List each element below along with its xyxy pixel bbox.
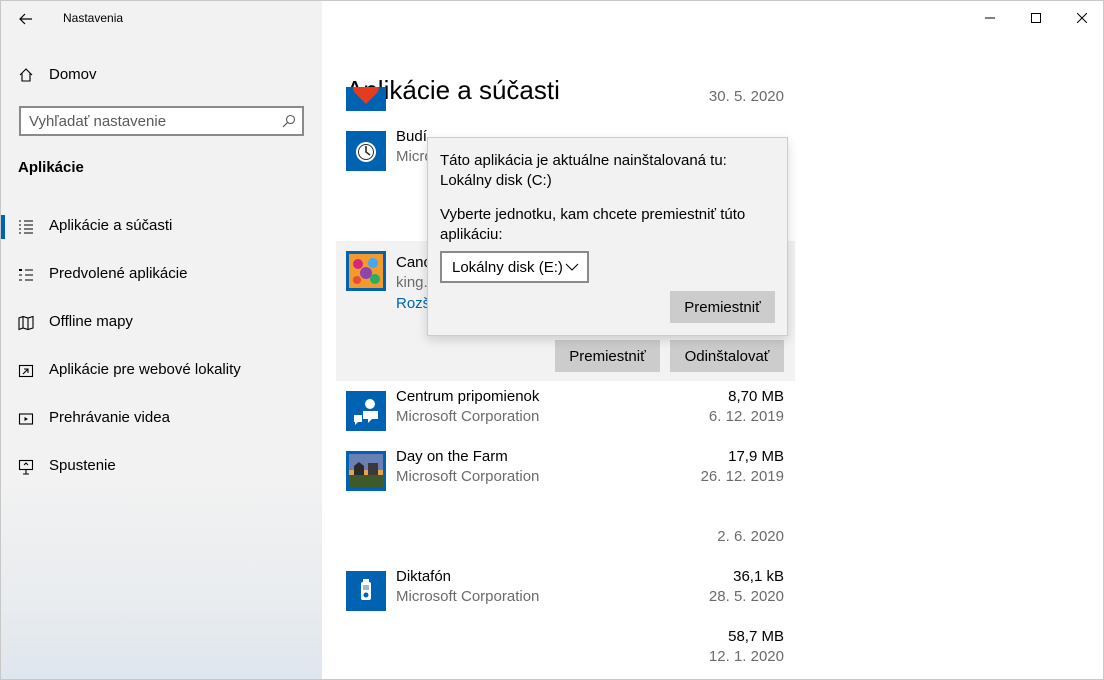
main-content: Aplikácie a súčasti 30. 5. 2020 Budí Mic… [322, 1, 1103, 679]
drive-select-value: Lokálny disk (E:) [452, 259, 563, 276]
app-date: 26. 12. 2019 [700, 468, 784, 485]
list-item[interactable]: Day on the Farm Microsoft Corporation 17… [336, 441, 795, 501]
app-name: Centrum pripomienok [396, 388, 540, 405]
sidebar-nav: Aplikácie a súčasti Predvolené aplikácie… [1, 203, 322, 491]
search-input[interactable] [21, 108, 279, 134]
app-size: 58,7 MB [728, 628, 784, 645]
video-icon [18, 413, 34, 425]
close-icon [1077, 13, 1087, 23]
app-date: 30. 5. 2020 [708, 88, 784, 105]
sidebar-item-default-apps[interactable]: Predvolené aplikácie [1, 251, 322, 299]
sidebar-item-label: Prehrávanie videa [49, 409, 170, 426]
section-title: Aplikácie [18, 159, 84, 176]
app-publisher: Microsoft Corporation [396, 468, 540, 485]
list-item[interactable]: 58,7 MB 12. 1. 2020 [336, 621, 795, 679]
move-app-flyout: Táto aplikácia je aktuálne nainštalovaná… [427, 137, 788, 336]
minimize-button[interactable] [967, 1, 1013, 35]
uninstall-button[interactable]: Odinštalovať [670, 340, 784, 372]
app-name: Budí [396, 128, 427, 145]
web-apps-icon [18, 364, 34, 378]
sidebar-item-startup[interactable]: Spustenie [1, 443, 322, 491]
home-label: Domov [49, 66, 97, 83]
app-date: 28. 5. 2020 [708, 588, 784, 605]
sidebar-item-offline-maps[interactable]: Offline mapy [1, 299, 322, 347]
advanced-options-link[interactable]: Rozš [396, 295, 430, 312]
sidebar-item-label: Aplikácie a súčasti [49, 217, 173, 234]
list-item[interactable]: Centrum pripomienok Microsoft Corporatio… [336, 381, 795, 441]
app-size: 17,9 MB [728, 448, 784, 465]
voice-recorder-icon [346, 571, 386, 611]
default-apps-icon [19, 269, 33, 281]
drive-select[interactable]: Lokálny disk (E:) [440, 251, 589, 283]
startup-icon [18, 459, 34, 475]
app-date: 12. 1. 2020 [708, 648, 784, 665]
list-item[interactable]: 2. 6. 2020 [336, 501, 795, 561]
app-name: Canc [396, 254, 432, 271]
app-name: Diktafón [396, 568, 452, 585]
nav-home[interactable]: Domov [1, 57, 322, 93]
app-publisher: Microsoft Corporation [396, 408, 540, 425]
red-heart-icon [346, 87, 386, 111]
sidebar-item-label: Aplikácie pre webové lokality [49, 361, 241, 378]
sidebar-item-video-playback[interactable]: Prehrávanie videa [1, 395, 322, 443]
sidebar-item-label: Offline mapy [49, 313, 133, 330]
app-date: 2. 6. 2020 [717, 528, 784, 545]
maximize-button[interactable] [1013, 1, 1059, 35]
farm-game-icon [346, 451, 386, 491]
minimize-icon [985, 17, 995, 19]
sidebar-item-label: Spustenie [49, 457, 116, 474]
app-size: 36,1 kB [733, 568, 784, 585]
settings-window: Nastavenia Domov Aplikácie Aplikácie a s… [0, 0, 1104, 680]
search-box[interactable] [19, 106, 304, 136]
search-icon[interactable] [282, 114, 296, 128]
window-controls [967, 1, 1103, 35]
choose-drive-text: Vyberte jednotku, kam chcete premiestniť… [440, 206, 746, 243]
app-publisher: Microsoft Corporation [396, 588, 540, 605]
sidebar-item-web-apps[interactable]: Aplikácie pre webové lokality [1, 347, 322, 395]
chevron-down-icon [565, 263, 579, 271]
sidebar-item-label: Predvolené aplikácie [49, 265, 188, 282]
alarm-clock-icon [346, 131, 386, 171]
installed-location-text: Táto aplikácia je aktuálne nainštalovaná… [440, 152, 727, 189]
app-name: Day on the Farm [396, 448, 508, 465]
feedback-hub-icon [346, 391, 386, 431]
candy-crush-icon [346, 251, 386, 291]
app-size: 8,70 MB [728, 388, 784, 405]
list-item[interactable]: 30. 5. 2020 [336, 87, 795, 121]
sidebar-item-apps-features[interactable]: Aplikácie a súčasti [1, 203, 322, 251]
apps-list-icon [19, 220, 33, 234]
back-arrow-icon [19, 13, 32, 25]
list-item[interactable]: Diktafón Microsoft Corporation 36,1 kB 2… [336, 561, 795, 621]
sidebar: Nastavenia Domov Aplikácie Aplikácie a s… [1, 1, 322, 679]
app-date: 6. 12. 2019 [708, 408, 784, 425]
map-icon [18, 315, 34, 331]
move-button[interactable]: Premiestniť [555, 340, 660, 372]
flyout-move-button[interactable]: Premiestniť [670, 291, 775, 323]
home-icon [19, 68, 33, 82]
maximize-icon [1031, 13, 1041, 23]
back-button[interactable] [10, 5, 42, 33]
title-bar: Nastavenia [1, 1, 322, 37]
app-title: Nastavenia [63, 11, 124, 25]
app-publisher: king. [396, 274, 428, 291]
close-button[interactable] [1059, 1, 1103, 35]
